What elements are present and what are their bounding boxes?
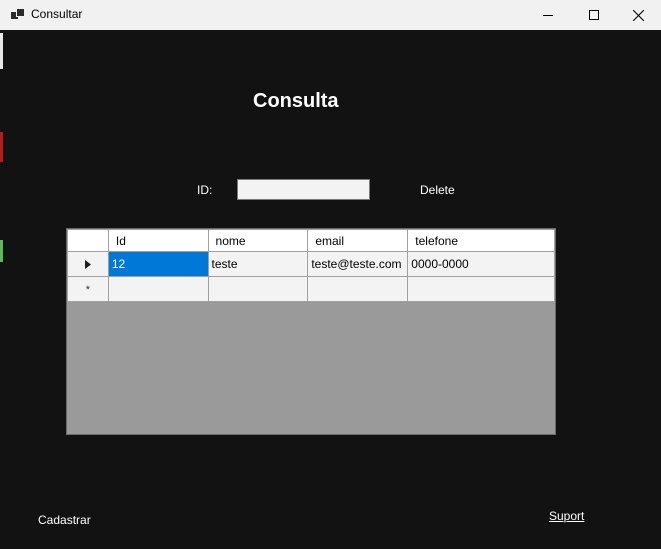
row-header[interactable] bbox=[67, 251, 109, 277]
background-window-edge bbox=[0, 132, 3, 162]
suport-link[interactable]: Suport bbox=[549, 509, 584, 523]
column-header-email[interactable]: email bbox=[307, 229, 409, 252]
id-label: ID: bbox=[197, 183, 213, 197]
cadastrar-button[interactable]: Cadastrar bbox=[38, 513, 91, 527]
cell-id[interactable] bbox=[107, 276, 209, 302]
column-header-id[interactable]: Id bbox=[107, 229, 209, 252]
new-row[interactable]: * bbox=[67, 276, 555, 302]
close-icon bbox=[632, 9, 644, 21]
grid-corner-header[interactable] bbox=[67, 229, 109, 252]
new-row-marker-icon: * bbox=[85, 284, 91, 296]
column-header-nome[interactable]: nome bbox=[207, 229, 309, 252]
app-icon bbox=[11, 8, 25, 20]
title-bar: Consultar bbox=[0, 0, 661, 30]
minimize-button[interactable] bbox=[525, 0, 571, 30]
close-button[interactable] bbox=[615, 0, 661, 30]
cell-id[interactable]: 12 bbox=[107, 251, 209, 277]
minimize-icon bbox=[543, 15, 553, 16]
id-input[interactable] bbox=[237, 179, 370, 200]
cell-email[interactable]: teste@teste.com bbox=[307, 251, 409, 277]
data-grid[interactable]: Id nome email telefone 12 teste teste@te… bbox=[66, 228, 556, 435]
page-title: Consulta bbox=[253, 90, 339, 112]
grid-table: Id nome email telefone 12 teste teste@te… bbox=[67, 229, 555, 302]
row-header[interactable]: * bbox=[67, 276, 109, 302]
maximize-button[interactable] bbox=[571, 0, 617, 30]
maximize-icon bbox=[589, 10, 599, 20]
background-window-edge bbox=[0, 240, 3, 262]
table-row[interactable]: 12 teste teste@teste.com 0000-0000 bbox=[67, 251, 555, 277]
cell-email[interactable] bbox=[307, 276, 409, 302]
background-window-edge bbox=[0, 33, 3, 69]
cell-nome[interactable] bbox=[207, 276, 309, 302]
cell-nome[interactable]: teste bbox=[207, 251, 309, 277]
cell-telefone[interactable]: 0000-0000 bbox=[407, 251, 555, 277]
column-header-telefone[interactable]: telefone bbox=[407, 229, 555, 252]
delete-button[interactable]: Delete bbox=[420, 183, 455, 197]
cell-telefone[interactable] bbox=[407, 276, 555, 302]
current-row-arrow-icon bbox=[84, 260, 91, 270]
window-title: Consultar bbox=[31, 7, 83, 21]
grid-header-row: Id nome email telefone bbox=[67, 229, 555, 252]
